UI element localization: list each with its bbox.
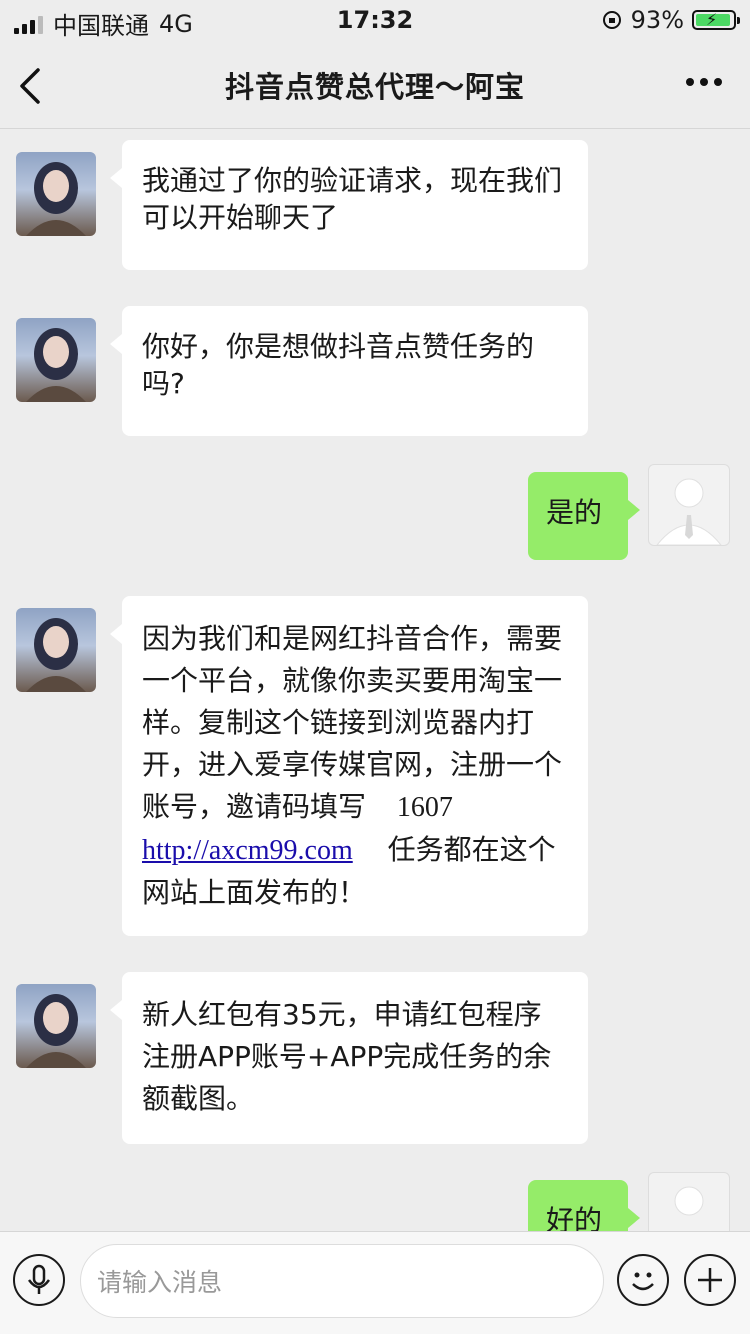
message-text: 因为我们和是网红抖音合作，需要一个平台，就像你卖买要用淘宝一样。复制这个链接到浏… (142, 622, 563, 823)
message-bubble: 你好，你是想做抖音点赞任务的吗? (110, 306, 588, 436)
message-bubble: 新人红包有35元，申请红包程序注册APP账号+APP完成任务的余额截图。 (110, 972, 588, 1144)
contact-avatar[interactable] (16, 608, 96, 692)
emoji-button[interactable] (617, 1254, 669, 1306)
message-text: 你好，你是想做抖音点赞任务的吗? (142, 330, 535, 400)
message-text: 新人红包有35元，申请红包程序注册APP账号+APP完成任务的余额截图。 (142, 998, 552, 1115)
add-button[interactable] (684, 1254, 736, 1306)
contact-avatar[interactable] (16, 152, 96, 236)
plus-icon (698, 1268, 722, 1292)
status-bar: 中国联通 4G 17:32 93% ⚡ (0, 0, 750, 40)
orientation-lock-icon (602, 11, 621, 29)
chat-title: 抖音点赞总代理～阿宝 (224, 70, 525, 104)
portrait-image (26, 328, 86, 402)
contact-avatar[interactable] (16, 318, 96, 402)
portrait-image (26, 618, 86, 692)
contact-avatar[interactable] (16, 984, 96, 1068)
battery-percent: 93% (630, 6, 684, 34)
default-user-icon (656, 478, 722, 545)
message-bubble-self: 是的 (528, 472, 640, 560)
input-bar: 请输入消息 (0, 1231, 750, 1334)
message-text: 是的 (546, 496, 603, 529)
website-link[interactable]: http://axcm99.com (142, 835, 353, 866)
user-avatar[interactable] (648, 464, 730, 546)
message-bubble: 因为我们和是网红抖音合作，需要一个平台，就像你卖买要用淘宝一样。复制这个链接到浏… (110, 596, 588, 936)
portrait-image (26, 994, 86, 1068)
smiley-icon (632, 1272, 654, 1291)
invite-code: 1607 (396, 792, 453, 823)
chat-header: 抖音点赞总代理～阿宝 (0, 42, 750, 129)
message-input[interactable]: 请输入消息 (80, 1244, 604, 1318)
voice-button[interactable] (13, 1254, 65, 1306)
microphone-icon (27, 1264, 51, 1294)
message-text: 我通过了你的验证请求，现在我们可以开始聊天了 (142, 164, 563, 234)
more-dots-icon[interactable] (686, 78, 722, 86)
portrait-image (26, 162, 86, 236)
message-bubble: 我通过了你的验证请求，现在我们可以开始聊天了 (110, 140, 588, 270)
battery-icon: ⚡ (692, 10, 740, 30)
input-placeholder: 请输入消息 (97, 1268, 223, 1297)
